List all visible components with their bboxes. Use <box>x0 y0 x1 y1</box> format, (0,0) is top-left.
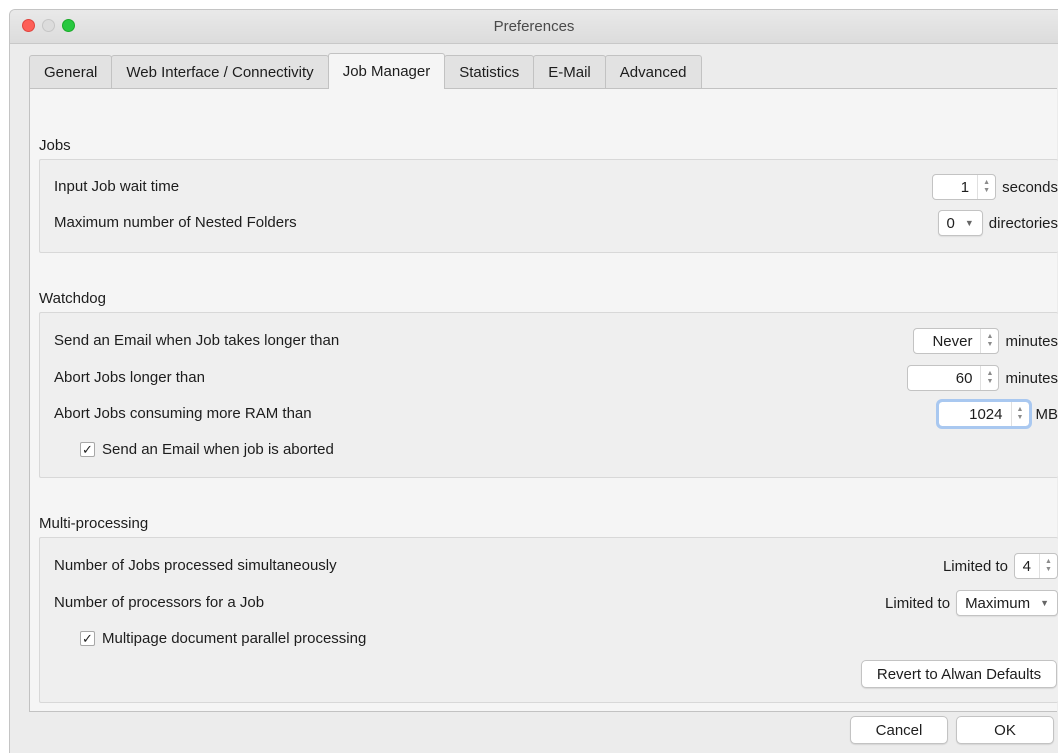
email-aborted-checkbox[interactable]: ✓ Send an Email when job is aborted <box>80 441 334 458</box>
jobs-simultaneous-value: 4 <box>1022 557 1031 575</box>
tab-email[interactable]: E-Mail <box>533 55 606 89</box>
stepper-arrows-icon[interactable]: ▲ ▼ <box>980 366 998 390</box>
jobs-simultaneous-stepper[interactable]: 4 ▲ ▼ <box>1014 553 1058 579</box>
stepper-arrows-icon[interactable]: ▲ ▼ <box>980 329 998 353</box>
abort-ram-value: 1024 <box>969 405 1003 423</box>
watchdog-group: Send an Email when Job takes longer than… <box>39 312 1058 478</box>
email-longer-label: Send an Email when Job takes longer than <box>54 332 340 349</box>
title-bar: Preferences <box>10 10 1058 44</box>
stepper-arrows-icon[interactable]: ▲ ▼ <box>1039 554 1057 578</box>
cancel-button[interactable]: Cancel <box>850 716 948 744</box>
chevron-down-icon: ▼ <box>964 218 974 228</box>
nested-folders-dropdown[interactable]: 0 ▼ <box>937 210 983 236</box>
nested-folders-unit: directories <box>988 214 1058 232</box>
jobs-section-title: Jobs <box>39 137 71 154</box>
wait-time-value: 1 <box>960 178 970 196</box>
email-aborted-row: ✓ Send an Email when job is aborted <box>40 435 1058 465</box>
abort-ram-row: Abort Jobs consuming more RAM than 1024 … <box>40 399 1058 429</box>
checkmark-icon[interactable]: ✓ <box>80 442 95 457</box>
wait-time-row: Input Job wait time 1 ▲ ▼ seconds <box>40 172 1058 202</box>
tab-web-interface[interactable]: Web Interface / Connectivity <box>111 55 329 89</box>
abort-longer-label: Abort Jobs longer than <box>54 369 205 386</box>
tab-bar: General Web Interface / Connectivity Job… <box>29 53 702 89</box>
nested-folders-value: 0 <box>946 214 955 232</box>
processors-prefix: Limited to <box>885 594 951 612</box>
wait-time-stepper[interactable]: 1 ▲ ▼ <box>932 174 997 200</box>
nested-folders-row: Maximum number of Nested Folders 0 ▼ dir… <box>40 208 1058 238</box>
tab-statistics[interactable]: Statistics <box>444 55 535 89</box>
jobs-simultaneous-label: Number of Jobs processed simultaneously <box>54 557 337 574</box>
jobs-group: Input Job wait time 1 ▲ ▼ seconds Maximum… <box>39 159 1058 253</box>
chevron-down-icon: ▼ <box>1040 598 1049 608</box>
nested-folders-label: Maximum number of Nested Folders <box>54 214 297 231</box>
ok-button[interactable]: OK <box>956 716 1054 744</box>
abort-longer-stepper[interactable]: 60 ▲ ▼ <box>907 365 1000 391</box>
tab-job-manager[interactable]: Job Manager <box>327 53 446 89</box>
window-title: Preferences <box>493 18 575 35</box>
stepper-arrows-icon[interactable]: ▲ ▼ <box>1010 402 1029 426</box>
multipage-checkbox[interactable]: ✓ Multipage document parallel processing <box>80 630 366 647</box>
email-aborted-label: Send an Email when job is aborted <box>102 441 334 458</box>
abort-longer-row: Abort Jobs longer than 60 ▲ ▼ minutes <box>40 363 1058 393</box>
email-longer-row: Send an Email when Job takes longer than… <box>40 326 1058 356</box>
abort-longer-value: 60 <box>955 369 973 387</box>
wait-time-unit: seconds <box>1002 178 1058 196</box>
processors-value: Maximum <box>965 594 1031 612</box>
revert-defaults-button[interactable]: Revert to Alwan Defaults <box>861 660 1057 688</box>
stepper-arrows-icon[interactable]: ▲ ▼ <box>977 175 995 199</box>
multiprocessing-section-title: Multi-processing <box>39 515 149 532</box>
processors-label: Number of processors for a Job <box>54 594 265 611</box>
jobs-simultaneous-prefix: Limited to <box>942 557 1008 575</box>
job-manager-pane: Jobs Input Job wait time 1 ▲ ▼ seconds Ma… <box>29 88 1058 712</box>
email-longer-value: Never <box>932 332 973 350</box>
checkmark-icon[interactable]: ✓ <box>80 631 95 646</box>
preferences-window: Preferences General Web Interface / Conn… <box>9 9 1058 753</box>
abort-ram-label: Abort Jobs consuming more RAM than <box>54 405 312 422</box>
multipage-row: ✓ Multipage document parallel processing <box>40 624 1058 654</box>
multipage-label: Multipage document parallel processing <box>102 630 367 647</box>
abort-ram-stepper[interactable]: 1024 ▲ ▼ <box>935 399 1032 429</box>
processors-dropdown[interactable]: Maximum ▼ <box>956 590 1058 616</box>
wait-time-label: Input Job wait time <box>54 178 180 195</box>
tab-advanced[interactable]: Advanced <box>604 55 702 89</box>
multiprocessing-group: Number of Jobs processed simultaneously … <box>39 537 1058 703</box>
watchdog-section-title: Watchdog <box>39 290 106 307</box>
tab-general[interactable]: General <box>29 55 113 89</box>
email-longer-stepper[interactable]: Never ▲ ▼ <box>913 328 1000 354</box>
processors-row: Number of processors for a Job Limited t… <box>40 588 1058 618</box>
abort-longer-unit: minutes <box>1005 369 1058 387</box>
email-longer-unit: minutes <box>1005 332 1058 350</box>
jobs-simultaneous-row: Number of Jobs processed simultaneously … <box>40 551 1058 581</box>
abort-ram-unit: MB <box>1035 405 1058 423</box>
